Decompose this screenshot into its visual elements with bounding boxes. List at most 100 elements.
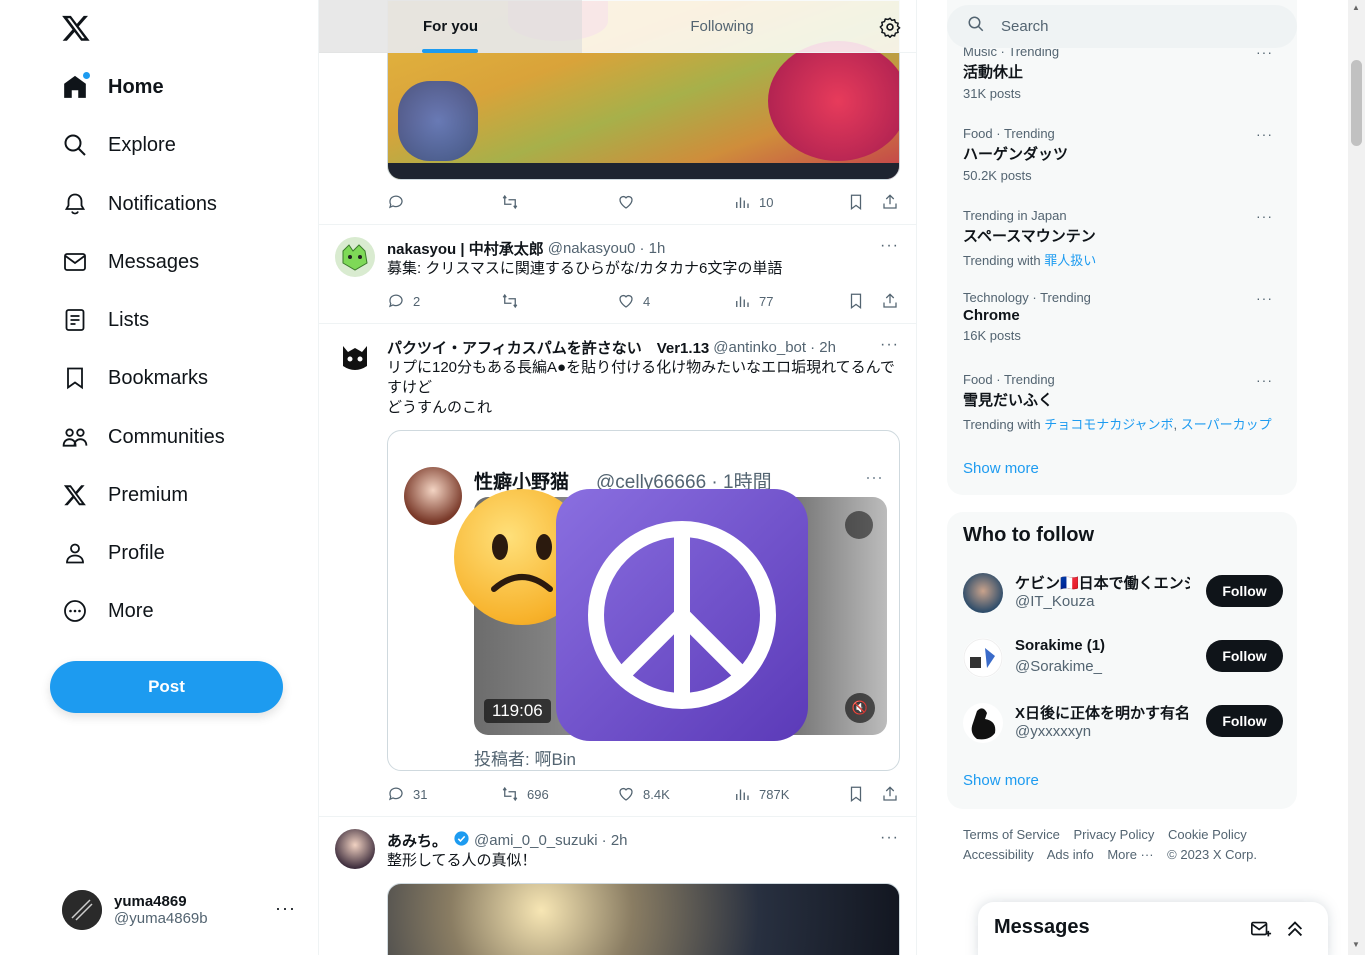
tweet-time[interactable]: · 2h <box>810 339 836 356</box>
expand-up-icon[interactable] <box>1284 918 1306 940</box>
follow-button[interactable]: Follow <box>1206 705 1283 737</box>
tweet-author-name[interactable]: nakasyou | 中村承太郎 <box>387 238 544 259</box>
nav-lists-label: Lists <box>108 308 150 331</box>
like-stat[interactable]: 4 <box>617 291 650 311</box>
more-circle-icon <box>62 598 88 624</box>
tweet-avatar[interactable] <box>335 829 375 869</box>
tab-following[interactable]: Following <box>582 0 862 53</box>
share-icon[interactable] <box>881 784 907 804</box>
nav-premium-label: Premium <box>108 483 189 506</box>
retweet-icon <box>502 786 518 802</box>
trend-more-icon[interactable]: ··· <box>1256 372 1273 388</box>
tweet-avatar[interactable] <box>335 336 375 376</box>
reply-stat[interactable]: 2 <box>387 291 420 311</box>
footer-link-cookies[interactable]: Cookie Policy <box>1168 827 1247 842</box>
messages-drawer[interactable]: Messages <box>978 902 1328 955</box>
tweet-more-icon[interactable]: ··· <box>880 237 899 255</box>
account-more-icon[interactable]: ··· <box>275 898 296 919</box>
follow-button[interactable]: Follow <box>1206 640 1283 672</box>
follow-suggestion[interactable]: Sorakime (1) @Sorakime_ Follow <box>963 634 1283 684</box>
nav-notifications[interactable]: Notifications <box>50 179 229 229</box>
nav-profile[interactable]: Profile <box>50 528 177 578</box>
nav-messages[interactable]: Messages <box>50 237 211 287</box>
page-scrollbar[interactable]: ▲ ▼ <box>1348 0 1365 955</box>
nav-explore[interactable]: Explore <box>50 120 188 170</box>
nav-communities[interactable]: Communities <box>50 412 237 462</box>
follow-suggestion[interactable]: X日後に正体を明かす有名人 @yxxxxxyn Follow <box>963 699 1283 749</box>
footer-link-privacy[interactable]: Privacy Policy <box>1073 827 1154 842</box>
nav-home[interactable]: Home <box>50 62 176 112</box>
footer-link-terms[interactable]: Terms of Service <box>963 827 1060 842</box>
retweet-stat[interactable]: 696 <box>501 784 549 804</box>
tweet-author-handle[interactable]: @nakasyou0 <box>548 240 636 257</box>
nav-bookmarks[interactable]: Bookmarks <box>50 353 220 403</box>
scroll-down-arrow-icon[interactable]: ▼ <box>1352 940 1360 949</box>
trend-more-icon[interactable]: ··· <box>1256 208 1273 224</box>
trend-item[interactable]: Food · Trending 雪見だいふく Trending with チョコ… <box>963 372 1283 433</box>
retweet-icon[interactable] <box>501 291 527 311</box>
search-input[interactable]: Search <box>947 5 1297 48</box>
bookmark-icon[interactable] <box>847 291 873 311</box>
tweet-text: 募集: クリスマスに関連するひらがな/カタカナ6文字の単語 <box>387 260 783 277</box>
trends-show-more-link[interactable]: Show more <box>963 460 1039 477</box>
tab-for-you[interactable]: For you <box>319 0 582 53</box>
trend-item[interactable]: Food · Trending ハーゲンダッツ 50.2K posts ··· <box>963 126 1283 183</box>
views-stat[interactable]: 77 <box>733 291 773 311</box>
trend-title: スペースマウンテン <box>963 228 1096 245</box>
trend-more-icon[interactable]: ··· <box>1256 126 1273 142</box>
tweet-actions: 2 4 77 <box>387 291 900 311</box>
trend-item[interactable]: Trending in Japan スペースマウンテン Trending wit… <box>963 208 1283 269</box>
tweet-avatar[interactable] <box>335 237 375 277</box>
tweet-media-screenshot[interactable]: 性癖小野猫 @celly66666 · 1時間 ··· 119:06 🔇 投稿者… <box>387 430 900 771</box>
reply-icon <box>389 787 403 801</box>
share-icon[interactable] <box>881 291 907 311</box>
tweet-author-handle[interactable]: @ami_0_0_suzuki <box>474 832 598 849</box>
trend-item[interactable]: Technology · Trending Chrome 16K posts ·… <box>963 290 1283 343</box>
x-logo-icon[interactable] <box>58 10 94 46</box>
tweet-author-handle[interactable]: @antinko_bot <box>713 339 806 356</box>
tweet-header: nakasyou | 中村承太郎 @nakasyou0 · 1h <box>387 238 665 259</box>
scroll-up-arrow-icon[interactable]: ▲ <box>1352 3 1360 12</box>
nav-lists[interactable]: Lists <box>50 295 161 345</box>
post-button[interactable]: Post <box>50 661 283 713</box>
trend-with-link[interactable]: 罪人扱い <box>1044 253 1096 268</box>
trend-with-link[interactable]: チョコモナカジャンボ <box>1044 417 1173 432</box>
follow-button[interactable]: Follow <box>1206 575 1283 607</box>
nav-more[interactable]: More <box>50 586 166 636</box>
account-switcher[interactable]: yuma4869 @yuma4869b ··· <box>50 880 308 940</box>
footer-link-ads[interactable]: Ads info <box>1047 847 1094 862</box>
nav-premium[interactable]: Premium <box>50 470 200 520</box>
scrollbar-thumb[interactable] <box>1351 60 1362 146</box>
tweet-text-line: すけど <box>387 379 433 396</box>
gear-icon[interactable] <box>879 16 901 39</box>
footer-links: Terms of Service Privacy Policy Cookie P… <box>963 825 1283 865</box>
trend-more-icon[interactable]: ··· <box>1256 290 1273 306</box>
tweet-text-line: リプに120分もある長編A●を貼り付ける化け物みたいなエロ垢現れてるんで <box>387 359 895 376</box>
new-message-icon[interactable] <box>1250 918 1272 940</box>
nav-explore-label: Explore <box>108 133 176 156</box>
follow-handle: @Sorakime_ <box>1015 658 1102 675</box>
tweet-time[interactable]: · 2h <box>602 832 628 849</box>
envelope-icon <box>62 249 88 275</box>
nav-bookmarks-label: Bookmarks <box>108 366 209 389</box>
tweet-author-name[interactable]: あみち。 <box>387 830 447 851</box>
footer-link-accessibility[interactable]: Accessibility <box>963 847 1034 862</box>
footer-link-more[interactable]: More ··· <box>1107 847 1153 862</box>
follow-suggestion[interactable]: ケビン🇫🇷日本で働くエンジニア @IT_Kouza Follow <box>963 569 1283 619</box>
follow-show-more-link[interactable]: Show more <box>963 772 1039 789</box>
tweet-author-name[interactable]: パクツイ・アフィカスパムを許さない Ver1.13 <box>387 337 709 358</box>
tweet-text-line: どうすんのこれ <box>387 399 493 416</box>
views-stat[interactable]: 787K <box>733 784 789 804</box>
communities-icon <box>62 424 88 450</box>
reply-count: 31 <box>413 786 428 802</box>
like-stat[interactable]: 8.4K <box>617 784 670 804</box>
trend-item[interactable]: Music · Trending 活動休止 31K posts ··· <box>963 44 1283 101</box>
trend-with: Trending with 罪人扱い <box>963 250 1283 269</box>
tweet-time[interactable]: · 1h <box>640 240 666 257</box>
bookmark-icon[interactable] <box>847 784 873 804</box>
reply-stat[interactable]: 31 <box>387 784 427 804</box>
tweet-more-icon[interactable]: ··· <box>880 336 899 354</box>
trend-with-link[interactable]: スーパーカップ <box>1181 417 1272 432</box>
tweet-more-icon[interactable]: ··· <box>880 829 899 847</box>
tweet-media-image[interactable] <box>387 883 900 955</box>
